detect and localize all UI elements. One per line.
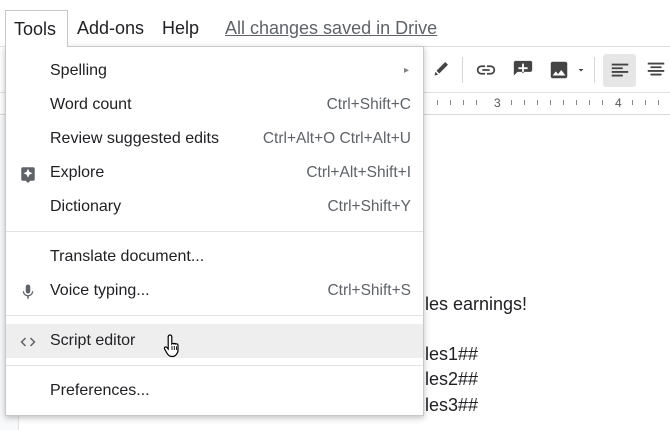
menu-item-voice-typing[interactable]: Voice typing... Ctrl+Shift+S <box>6 274 423 308</box>
align-left-icon[interactable] <box>603 54 636 87</box>
toolbar-divider <box>594 57 595 83</box>
menu-item-shortcut: Ctrl+Shift+C <box>326 96 411 113</box>
menu-tools[interactable]: Tools <box>5 10 68 47</box>
microphone-icon <box>18 282 38 302</box>
menu-item-shortcut: Ctrl+Alt+O Ctrl+Alt+U <box>262 130 411 147</box>
insert-image-icon[interactable] <box>544 55 574 85</box>
ruler-tick <box>511 100 512 105</box>
menu-separator <box>6 231 423 232</box>
menu-item-preferences[interactable]: Preferences... <box>6 374 423 408</box>
ruler-tick <box>563 100 564 105</box>
align-center-icon[interactable] <box>641 55 670 85</box>
ruler-number: 4 <box>615 96 622 110</box>
ruler-tick <box>550 100 551 105</box>
link-icon[interactable] <box>471 55 501 85</box>
ruler-tick <box>463 100 464 105</box>
menu-item-label: Voice typing... <box>50 282 150 299</box>
menu-item-spelling[interactable]: Spelling ▸ <box>6 54 423 88</box>
ruler-tick <box>537 100 538 105</box>
menu-item-script-editor[interactable]: Script editor <box>6 324 423 358</box>
menu-bar: Tools Add-ons Help All changes saved in … <box>0 0 670 47</box>
image-dropdown-chevron-icon[interactable] <box>574 55 588 85</box>
menu-item-label: Review suggested edits <box>50 130 219 147</box>
menu-item-label: Word count <box>50 96 132 113</box>
menu-separator <box>6 315 423 316</box>
tools-dropdown-menu: Spelling ▸ Word count Ctrl+Shift+C Revie… <box>5 46 424 416</box>
ruler-number: 3 <box>494 96 501 110</box>
ruler-tick <box>437 100 438 105</box>
menu-item-label: Explore <box>50 164 105 181</box>
menu-item-label: Preferences... <box>50 382 150 399</box>
ruler-tick <box>589 100 590 105</box>
submenu-arrow-icon: ▸ <box>403 65 409 76</box>
explore-icon <box>18 164 38 184</box>
ruler-tick <box>476 100 477 105</box>
document-text-line: les earnings! <box>425 294 528 314</box>
menu-item-explore[interactable]: Explore Ctrl+Alt+Shift+I <box>6 156 423 190</box>
highlight-pen-icon[interactable] <box>425 55 455 85</box>
hand-pointer-cursor-icon <box>163 334 179 358</box>
add-comment-icon[interactable] <box>508 55 538 85</box>
menu-item-word-count[interactable]: Word count Ctrl+Shift+C <box>6 88 423 122</box>
menu-addons[interactable]: Add-ons <box>77 10 144 46</box>
ruler-tick <box>602 100 603 105</box>
ruler-tick <box>576 100 577 105</box>
menu-item-label: Script editor <box>50 332 136 349</box>
code-brackets-icon <box>18 332 38 352</box>
save-status-link[interactable]: All changes saved in Drive <box>225 10 437 46</box>
document-text-line: les1## <box>425 344 479 364</box>
menu-item-label: Dictionary <box>50 198 122 215</box>
document-text-line: les3## <box>425 395 479 415</box>
ruler-tick <box>524 100 525 105</box>
toolbar-divider <box>462 57 463 83</box>
ruler-tick <box>632 100 633 105</box>
menu-item-dictionary[interactable]: Dictionary Ctrl+Shift+Y <box>6 190 423 224</box>
ruler-tick <box>658 100 659 105</box>
menu-item-shortcut: Ctrl+Shift+S <box>327 282 411 299</box>
document-text-line: les2## <box>425 369 479 389</box>
ruler-tick <box>645 100 646 105</box>
menu-item-label: Translate document... <box>50 248 205 265</box>
menu-separator <box>6 365 423 366</box>
menu-item-shortcut: Ctrl+Shift+Y <box>327 198 411 215</box>
menu-help[interactable]: Help <box>162 10 199 46</box>
menu-item-shortcut: Ctrl+Alt+Shift+I <box>306 164 411 181</box>
menu-item-review-suggested-edits[interactable]: Review suggested edits Ctrl+Alt+O Ctrl+A… <box>6 122 423 156</box>
menu-item-translate-document[interactable]: Translate document... <box>6 240 423 274</box>
menu-item-label: Spelling <box>50 62 107 79</box>
ruler-tick <box>450 100 451 105</box>
